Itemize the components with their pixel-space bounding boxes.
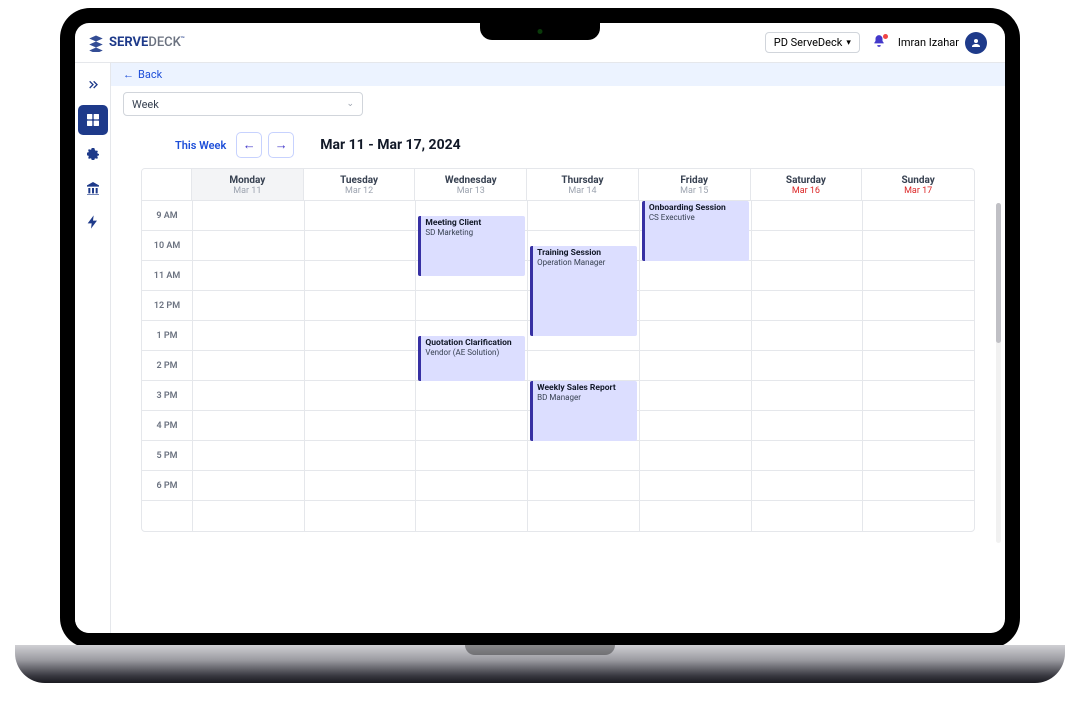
user-menu[interactable]: Imran Izahar (898, 32, 987, 54)
hour-label: 10 AM (142, 231, 192, 261)
event-title: Training Session (537, 248, 633, 258)
sidebar-expand-icon[interactable] (78, 71, 108, 101)
chevron-down-icon: ⌄ (346, 99, 354, 109)
day-date: Mar 12 (304, 186, 415, 196)
calendar-event[interactable]: Weekly Sales ReportBD Manager (530, 381, 637, 441)
day-date: Mar 13 (415, 186, 526, 196)
notification-dot-icon (883, 34, 888, 39)
event-sub: BD Manager (537, 393, 633, 402)
arrow-left-icon: ← (123, 68, 134, 81)
calendar-grid: MondayMar 11TuesdayMar 12WednesdayMar 13… (141, 168, 975, 532)
notifications-icon[interactable] (872, 34, 886, 52)
avatar (965, 32, 987, 54)
hour-label: 6 PM (142, 471, 192, 501)
event-sub: SD Marketing (425, 228, 521, 237)
calendar-toolbar: This Week ← → Mar 11 - Mar 17, 2024 (175, 132, 975, 158)
day-column[interactable] (751, 201, 863, 531)
day-name: Saturday (751, 175, 862, 186)
org-select[interactable]: PD ServeDeck ▾ (765, 32, 860, 53)
scrollbar-thumb[interactable] (996, 203, 1001, 343)
event-sub: Vendor (AE Solution) (425, 348, 521, 357)
event-sub: CS Executive (649, 213, 745, 222)
laptop-base (15, 645, 1065, 683)
hour-label: 5 PM (142, 441, 192, 471)
back-label: Back (138, 68, 162, 81)
scrollbar[interactable] (996, 203, 1001, 543)
hour-label: 11 AM (142, 261, 192, 291)
hour-label: 12 PM (142, 291, 192, 321)
view-select-value: Week (132, 98, 159, 111)
day-column[interactable] (192, 201, 304, 531)
hour-label: 9 AM (142, 201, 192, 231)
calendar-event[interactable]: Quotation ClarificationVendor (AE Soluti… (418, 336, 525, 381)
brand-logo[interactable]: SERVEDECK™ (87, 34, 185, 52)
sidebar-item-settings[interactable] (78, 139, 108, 169)
day-date: Mar 11 (192, 186, 303, 196)
day-header: SaturdayMar 16 (751, 169, 863, 201)
next-week-button[interactable]: → (268, 132, 294, 158)
brand-name: SERVEDECK™ (109, 35, 185, 50)
caret-down-icon: ▾ (846, 38, 851, 48)
day-column[interactable]: Onboarding SessionCS Executive (639, 201, 751, 531)
day-name: Friday (639, 175, 750, 186)
day-date: Mar 14 (527, 186, 638, 196)
day-header: ThursdayMar 14 (527, 169, 639, 201)
org-label: PD ServeDeck (774, 36, 843, 49)
day-date: Mar 17 (862, 186, 974, 196)
this-week-button[interactable]: This Week (175, 139, 226, 152)
back-button[interactable]: ← Back (111, 63, 1005, 86)
date-range: Mar 11 - Mar 17, 2024 (320, 137, 460, 153)
app-body: ← Back Week ⌄ This Week ← → (75, 63, 1005, 633)
user-name: Imran Izahar (898, 36, 959, 49)
calendar-wrap: This Week ← → Mar 11 - Mar 17, 2024 Mond… (111, 122, 1005, 633)
calendar-event[interactable]: Training SessionOperation Manager (530, 246, 637, 336)
day-name: Tuesday (304, 175, 415, 186)
day-header: FridayMar 15 (639, 169, 751, 201)
hour-label: 2 PM (142, 351, 192, 381)
hour-label: 1 PM (142, 321, 192, 351)
hour-label: 3 PM (142, 381, 192, 411)
event-title: Quotation Clarification (425, 338, 521, 348)
event-title: Weekly Sales Report (537, 383, 633, 393)
sidebar (75, 63, 111, 633)
day-header: WednesdayMar 13 (415, 169, 527, 201)
sidebar-item-building[interactable] (78, 173, 108, 203)
day-name: Thursday (527, 175, 638, 186)
calendar-event[interactable]: Onboarding SessionCS Executive (642, 201, 749, 261)
prev-week-button[interactable]: ← (236, 132, 262, 158)
app-screen: SERVEDECK™ PD ServeDeck ▾ Imran Izahar (75, 23, 1005, 633)
day-date: Mar 16 (751, 186, 862, 196)
day-column[interactable] (304, 201, 416, 531)
hour-label: 4 PM (142, 411, 192, 441)
day-header: TuesdayMar 12 (304, 169, 416, 201)
day-column[interactable]: Meeting ClientSD Marketing Quotation Clar… (415, 201, 527, 531)
calendar-event[interactable]: Meeting ClientSD Marketing (418, 216, 525, 276)
time-column: 9 AM10 AM11 AM12 PM1 PM2 PM3 PM4 PM5 PM6… (142, 201, 192, 531)
event-sub: Operation Manager (537, 258, 633, 267)
day-header: MondayMar 11 (192, 169, 304, 201)
day-name: Wednesday (415, 175, 526, 186)
laptop-notch (480, 22, 600, 40)
day-name: Monday (192, 175, 303, 186)
logo-mark-icon (87, 34, 105, 52)
main-panel: ← Back Week ⌄ This Week ← → (111, 63, 1005, 633)
day-column[interactable] (862, 201, 974, 531)
day-column[interactable]: Training SessionOperation Manager Weekly … (527, 201, 639, 531)
day-name: Sunday (862, 175, 974, 186)
day-date: Mar 15 (639, 186, 750, 196)
sidebar-item-dashboard[interactable] (78, 105, 108, 135)
sidebar-item-bolt[interactable] (78, 207, 108, 237)
view-select[interactable]: Week ⌄ (123, 92, 363, 116)
event-title: Meeting Client (425, 218, 521, 228)
event-title: Onboarding Session (649, 203, 745, 213)
laptop-frame: SERVEDECK™ PD ServeDeck ▾ Imran Izahar (60, 8, 1020, 648)
day-header: SundayMar 17 (862, 169, 974, 201)
